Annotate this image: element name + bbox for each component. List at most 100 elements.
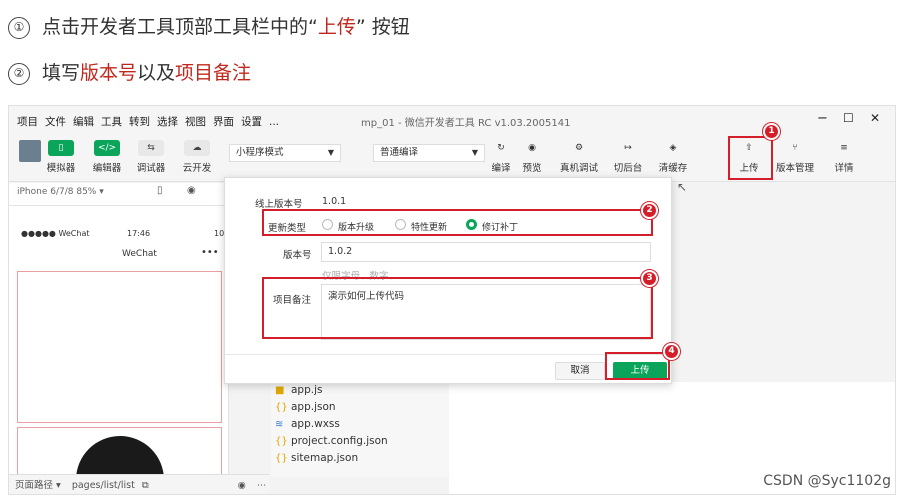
record-icon[interactable]: ◉ [187,185,196,196]
menu-settings[interactable]: 设置 [241,116,262,128]
details-label: 详情 [834,163,854,174]
status-time: 17:46 [127,229,151,238]
real-debug-label: 真机调试 [559,163,598,174]
js-file-icon: ■ [275,385,285,396]
caret-down-icon: ▼ [471,148,478,157]
file-item[interactable]: {} app.json [271,399,451,416]
step-2-highlight: 版本号 [80,62,138,84]
page-path-label[interactable]: 页面路径 ▾ [15,480,61,491]
capsule-menu-button[interactable]: ••• [201,247,219,258]
preview-button[interactable]: ◉ 预览 [510,140,554,174]
status-carrier: ●●●●● WeChat [21,229,90,238]
list-item [17,271,222,423]
file-item[interactable]: ■ app.js [271,382,451,399]
phone-icon[interactable]: ▯ [157,185,163,196]
annotation-box-update-type [262,209,653,236]
step-2-middle: 以及 [137,62,176,84]
real-debug-button[interactable]: ⚙ 真机调试 [557,140,601,174]
debugger-label: 调试器 [136,163,166,174]
nav-title: WeChat [122,249,157,259]
avatar[interactable] [19,140,41,162]
file-name: sitemap.json [291,452,359,464]
wxss-file-icon: ≋ [275,419,284,430]
annotation-box-notes [262,277,653,339]
step-2-text: ② 填写版本号以及项目备注 [8,58,251,85]
version-label: 版本号 [283,250,312,261]
debugger-button[interactable]: ⇆ 调试器 [129,140,173,174]
step-1-highlight: 上传 [317,16,356,38]
divider [9,205,229,206]
mode-select[interactable]: 小程序模式 ▼ [229,144,341,162]
watermark: CSDN @Syc1102g [763,473,891,489]
eye-icon[interactable]: ◉ [238,480,246,491]
online-version-value: 1.0.1 [322,196,347,207]
menu-view[interactable]: 视图 [185,116,206,128]
version-mgmt-label: 版本管理 [775,163,814,174]
file-name: app.wxss [291,418,340,430]
file-name: app.js [291,384,323,396]
page-path: pages/list/list [71,480,135,491]
menu-items: 项目 文件 编辑 工具 转到 选择 视图 界面 设置... [17,114,286,129]
step-1-suffix: ” 按钮 [355,16,410,38]
online-version-label: 线上版本号 [255,199,303,210]
menu-file[interactable]: 文件 [45,116,66,128]
clear-cache-button[interactable]: ◈ 清缓存 [651,140,695,174]
maximize-button[interactable]: ☐ [843,111,854,125]
more-icon[interactable]: ⋯ [257,480,267,491]
layers-icon: ◈ [669,143,677,153]
close-button[interactable]: ✕ [870,111,880,125]
annotation-badge-3: 3 [641,270,658,287]
menu-select[interactable]: 选择 [157,116,178,128]
file-name: project.config.json [291,435,388,447]
compile-select[interactable]: 普通编译 ▼ [373,144,485,162]
eye-icon: ◉ [528,143,536,153]
menu-edit[interactable]: 编辑 [73,116,94,128]
clear-cache-label: 清缓存 [658,163,688,174]
window-title: mp_01 - 微信开发者工具 RC v1.03.2005141 [361,118,571,129]
preview-label: 预览 [522,163,542,174]
menu-interface[interactable]: 界面 [213,116,234,128]
annotation-badge-2: 2 [641,202,658,219]
json-file-icon: {} [275,436,288,447]
background-button[interactable]: ↦ 切后台 [606,140,650,174]
copy-icon[interactable]: ⧉ [142,480,149,491]
bottom-bar: 页面路径 ▾ pages/list/list ⧉ ◉ ⋯ [9,474,269,494]
editor-button[interactable]: </> 编辑器 [85,140,129,174]
version-input[interactable]: 1.0.2 [321,242,651,262]
menu-project[interactable]: 项目 [17,116,38,128]
simulator-label: 模拟器 [46,163,76,174]
details-button[interactable]: ≡ 详情 [822,140,866,174]
annotation-box-upload-confirm [605,352,670,380]
step-1-text: ① 点击开发者工具顶部工具栏中的“上传” 按钮 [8,12,410,39]
step-2-highlight-2: 项目备注 [175,62,252,84]
menu-more[interactable]: ... [269,116,279,128]
code-icon: </> [94,140,120,156]
step-2-prefix: 填写 [42,62,81,84]
devtools-window: 项目 文件 编辑 工具 转到 选择 视图 界面 设置... mp_01 - 微信开发者工具 RC… [8,105,896,495]
file-item[interactable]: {} project.config.json [271,433,451,450]
editor-label: 编辑器 [92,163,122,174]
file-name: app.json [291,401,336,413]
cursor-icon: ↖ [677,180,688,194]
real-debug-icon: ⚙ [574,143,584,153]
cancel-button[interactable]: 取消 [555,362,605,380]
step-2-number: ② [8,63,30,85]
version-mgmt-button[interactable]: ⑂ 版本管理 [773,140,817,174]
caret-down-icon: ▼ [327,148,334,157]
cloud-button[interactable]: ☁ 云开发 [175,140,219,174]
compile-label: 编译 [491,163,511,174]
json-file-icon: {} [275,402,288,413]
device-select[interactable]: iPhone 6/7/8 85% ▾ [17,187,104,197]
file-item[interactable]: ≋ app.wxss [271,416,451,433]
menu-lines-icon: ≡ [840,143,848,153]
step-1-number: ① [8,17,30,39]
file-item[interactable]: {} sitemap.json [271,450,451,467]
mode-select-value: 小程序模式 [236,147,284,158]
json-file-icon: {} [275,453,288,464]
menu-tools[interactable]: 工具 [101,116,122,128]
minimize-button[interactable]: − [817,111,828,126]
menu-goto[interactable]: 转到 [129,116,150,128]
simulator-button[interactable]: ▯ 模拟器 [39,140,83,174]
annotation-badge-4: 4 [663,343,680,360]
phone-icon: ▯ [48,140,74,156]
